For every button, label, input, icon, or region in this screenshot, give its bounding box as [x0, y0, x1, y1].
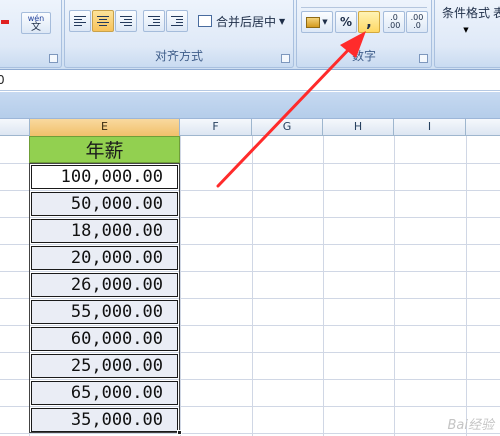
annotation-arrow [216, 31, 366, 188]
watermark-logo: Bai经验 [447, 418, 495, 433]
annotation-arrow-shaft [216, 44, 354, 188]
